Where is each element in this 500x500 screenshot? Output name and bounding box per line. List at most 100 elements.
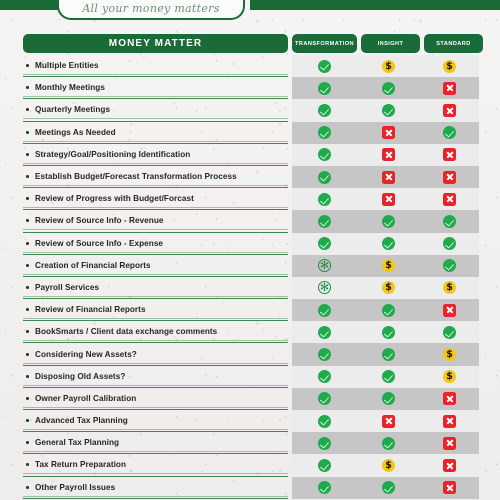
logo-card: All your money matters <box>57 0 245 20</box>
row-label-cell: Strategy/Goal/Positioning Identification <box>23 144 288 166</box>
column-header-money-matter: MONEY MATTER <box>23 34 288 53</box>
row-label-text: Creation of Financial Reports <box>35 260 151 270</box>
value-cell-insight <box>357 321 420 343</box>
value-cell-transformation <box>292 410 357 432</box>
bullet-icon <box>26 352 29 356</box>
table-row: Payroll Services ✻ $ $ <box>23 276 479 300</box>
asterisk-icon: ✻ <box>318 281 331 295</box>
bullet-icon <box>26 108 29 112</box>
value-cell-standard: $ <box>420 366 479 388</box>
value-cell-insight: $ <box>357 255 420 277</box>
bullet-icon <box>26 396 29 400</box>
row-label-text: Monthly Meetings <box>35 83 105 93</box>
value-cell-transformation <box>292 188 357 210</box>
cross-icon <box>382 148 395 162</box>
table-row: Disposing Old Assets? $ <box>23 365 479 388</box>
dollar-icon: $ <box>382 458 395 472</box>
table-row: Advanced Tax Planning <box>23 410 479 433</box>
dollar-icon: $ <box>443 59 456 73</box>
row-label-cell: Payroll Services <box>23 277 288 300</box>
value-cell-insight <box>357 210 420 232</box>
value-cell-insight <box>357 477 420 499</box>
check-icon <box>382 214 395 228</box>
row-label-text: General Tax Planning <box>35 438 120 448</box>
value-cell-standard: $ <box>420 55 479 77</box>
row-label-cell: General Tax Planning <box>23 432 288 455</box>
check-icon <box>318 103 331 117</box>
value-cell-transformation <box>292 388 357 410</box>
value-cell-transformation <box>292 366 357 388</box>
row-label-cell: Advanced Tax Planning <box>23 410 288 433</box>
table-row: Considering New Assets? $ <box>23 343 479 366</box>
value-cell-standard <box>420 432 479 454</box>
table-row: Review of Progress with Budget/Forcast <box>23 188 479 211</box>
check-icon <box>382 370 395 384</box>
row-values <box>292 210 479 233</box>
bullet-icon <box>26 308 29 312</box>
row-values <box>292 321 479 344</box>
row-label-cell: Meetings As Needed <box>23 122 288 144</box>
check-icon <box>318 436 331 450</box>
value-cell-standard <box>420 210 479 232</box>
check-icon <box>318 348 331 362</box>
check-icon <box>382 325 395 339</box>
value-cell-insight: $ <box>357 55 420 77</box>
bullet-icon <box>26 152 29 156</box>
table-body: Multiple Entities $ $ Monthly Meetings Quart… <box>23 55 479 499</box>
bullet-icon <box>26 175 29 179</box>
value-cell-transformation <box>292 166 357 188</box>
value-cell-standard <box>420 233 479 255</box>
value-cell-standard <box>420 321 479 343</box>
value-cell-insight <box>357 343 420 365</box>
value-cell-transformation <box>292 343 357 365</box>
value-cell-transformation <box>292 144 357 166</box>
table-row: Owner Payroll Calibration <box>23 387 479 410</box>
row-values <box>292 143 479 166</box>
row-values: $ $ <box>292 55 479 78</box>
value-cell-insight <box>357 366 420 388</box>
check-icon <box>318 214 331 228</box>
row-label-text: Review of Progress with Budget/Forcast <box>35 194 194 204</box>
bullet-icon <box>26 86 29 90</box>
cross-icon <box>382 414 395 428</box>
row-label-cell: Establish Budget/Forecast Transformation… <box>23 166 288 189</box>
check-icon <box>318 170 331 184</box>
table-row: Quarterly Meetings <box>23 99 479 122</box>
cross-icon <box>443 414 456 428</box>
table-row: BookSmarts / Client data exchange commen… <box>23 321 479 344</box>
row-label-cell: Considering New Assets? <box>23 343 288 366</box>
row-label-cell: Quarterly Meetings <box>23 99 288 122</box>
column-header-standard: STANDARD <box>424 34 483 53</box>
row-values <box>292 99 479 122</box>
row-label-text: Advanced Tax Planning <box>35 416 128 426</box>
dollar-icon: $ <box>382 281 395 295</box>
value-cell-standard: $ <box>420 277 479 299</box>
value-cell-standard <box>420 166 479 188</box>
row-label-cell: BookSmarts / Client data exchange commen… <box>23 321 288 344</box>
value-cell-insight <box>357 388 420 410</box>
bullet-icon <box>26 64 29 68</box>
value-cell-transformation <box>292 477 357 499</box>
value-cell-transformation <box>292 122 357 144</box>
value-cell-standard <box>420 410 479 432</box>
value-cell-insight <box>357 233 420 255</box>
table-row: Tax Return Preparation $ <box>23 454 479 477</box>
value-cell-transformation <box>292 321 357 343</box>
bullet-icon <box>26 463 29 467</box>
comparison-table: MONEY MATTER TRANSFORMATION INSIGHT STAN… <box>23 34 483 499</box>
row-label-cell: Review of Source Info - Expense <box>23 233 288 255</box>
check-icon <box>382 481 395 495</box>
bullet-icon <box>26 130 29 134</box>
value-cell-standard <box>420 144 479 166</box>
check-icon <box>318 81 331 95</box>
dollar-icon: $ <box>443 281 456 295</box>
bullet-icon <box>26 419 29 423</box>
row-values <box>292 387 479 410</box>
check-icon <box>382 103 395 117</box>
check-icon <box>318 148 331 162</box>
table-row: General Tax Planning <box>23 432 479 455</box>
check-icon <box>318 303 331 317</box>
table-row: Meetings As Needed <box>23 121 479 144</box>
value-cell-transformation <box>292 233 357 255</box>
value-cell-insight <box>357 77 420 99</box>
